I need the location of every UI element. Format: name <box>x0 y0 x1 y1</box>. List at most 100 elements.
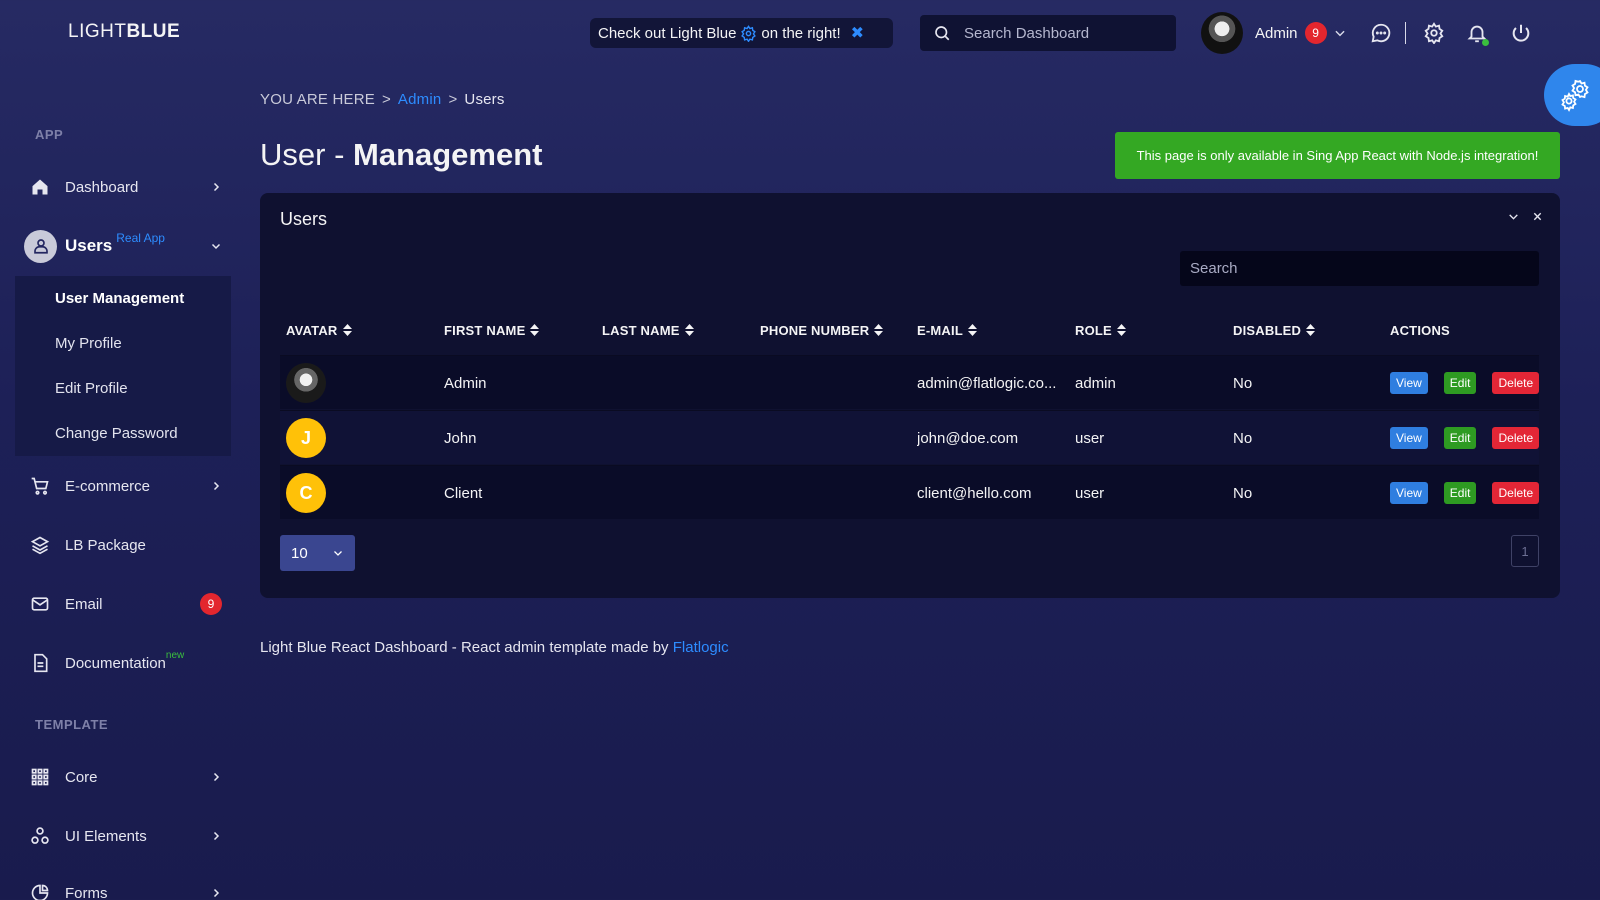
view-button[interactable]: View <box>1390 372 1428 394</box>
page-size-value: 10 <box>291 544 308 562</box>
user-name[interactable]: Admin <box>1255 25 1298 42</box>
grid-icon <box>30 767 50 787</box>
first-name-cell: John <box>444 429 477 447</box>
mail-icon <box>30 594 50 614</box>
delete-button[interactable]: Delete <box>1492 427 1540 449</box>
breadcrumb-admin-link[interactable]: Admin <box>398 91 442 108</box>
table-search-input[interactable] <box>1180 251 1539 286</box>
user-icon <box>24 229 57 263</box>
submenu-item-edit-profile[interactable]: Edit Profile <box>15 366 231 411</box>
close-promo-icon[interactable]: ✖ <box>851 23 864 43</box>
search-icon[interactable] <box>920 24 964 42</box>
first-name-cell: Admin <box>444 374 487 392</box>
view-button[interactable]: View <box>1390 427 1428 449</box>
user-menu[interactable]: Admin 9 <box>1201 12 1347 54</box>
actions-cell: View Edit Delete <box>1390 466 1540 520</box>
circles-icon <box>30 826 50 846</box>
column-header-actions: ACTIONS <box>1390 323 1450 338</box>
column-header-phone[interactable]: PHONE NUMBER <box>760 322 884 338</box>
actions-cell: View Edit Delete <box>1390 411 1540 465</box>
footer-flatlogic-link[interactable]: Flatlogic <box>673 639 729 656</box>
sidebar-item-dashboard[interactable]: Dashboard <box>30 169 222 205</box>
chevron-right-icon <box>210 887 222 899</box>
page-title-bold: Management <box>353 137 543 172</box>
gear-icon <box>740 24 757 42</box>
header-search-input[interactable] <box>964 24 1164 42</box>
close-icon[interactable] <box>1532 211 1543 222</box>
chat-icon[interactable] <box>1370 22 1392 44</box>
avatar-cell: C <box>286 466 326 520</box>
email-cell: admin@flatlogic.co... <box>917 374 1057 392</box>
pagination-page-button[interactable]: 1 <box>1511 535 1539 567</box>
sidebar-item-label: Email <box>65 595 103 613</box>
user-avatar[interactable] <box>1201 12 1243 54</box>
chevron-right-icon <box>210 181 222 193</box>
column-header-role[interactable]: ROLE <box>1075 323 1126 338</box>
sort-icon <box>342 324 352 336</box>
chevron-right-icon <box>210 771 222 783</box>
breadcrumb-separator: > <box>448 91 458 108</box>
delete-button[interactable]: Delete <box>1492 372 1540 394</box>
sort-icon <box>1116 324 1126 336</box>
promo-banner: Check out Light Blue on the right! ✖ <box>590 18 893 48</box>
settings-icon[interactable] <box>1423 22 1445 44</box>
avatar <box>286 363 326 403</box>
disabled-cell: No <box>1233 429 1253 447</box>
delete-button[interactable]: Delete <box>1492 482 1540 504</box>
edit-button[interactable]: Edit <box>1443 427 1477 449</box>
column-label: ACTIONS <box>1390 322 1450 338</box>
column-label: DISABLED <box>1233 322 1302 338</box>
header-search <box>920 15 1176 51</box>
edit-button[interactable]: Edit <box>1443 482 1477 504</box>
promo-text-before: Check out Light Blue <box>598 24 737 42</box>
chevron-down-icon[interactable] <box>1333 26 1347 40</box>
role-cell: user <box>1075 429 1105 447</box>
sidebar-item-ecommerce[interactable]: E-commerce <box>30 468 222 504</box>
email-count-badge: 9 <box>200 593 222 615</box>
sidebar-item-documentation[interactable]: Documentation new <box>30 645 222 681</box>
real-app-label: Real App <box>116 231 165 245</box>
page-title: User - Management <box>260 137 542 173</box>
submenu-item-user-management[interactable]: User Management <box>15 276 231 321</box>
last-name-cell <box>602 411 752 465</box>
sidebar-item-label: Dashboard <box>65 178 139 196</box>
column-header-first-name[interactable]: FIRST NAME <box>444 323 540 338</box>
column-label: PHONE NUMBER <box>760 322 870 338</box>
users-submenu: User Management My Profile Edit Profile … <box>15 276 231 456</box>
column-header-email[interactable]: E-MAIL <box>917 323 977 338</box>
collapse-icon[interactable] <box>1507 210 1520 223</box>
avatar: C <box>286 473 326 513</box>
edit-button[interactable]: Edit <box>1443 372 1477 394</box>
phone-cell <box>760 411 910 465</box>
sidebar-item-lb-package[interactable]: LB Package <box>30 527 222 563</box>
theme-settings-button[interactable] <box>1544 64 1600 126</box>
submenu-item-my-profile[interactable]: My Profile <box>15 321 231 366</box>
column-header-last-name[interactable]: LAST NAME <box>602 323 694 338</box>
submenu-item-change-password[interactable]: Change Password <box>15 411 231 456</box>
sort-icon <box>1306 324 1316 336</box>
breadcrumb-prefix: YOU ARE HERE <box>260 91 375 108</box>
header-divider <box>1405 22 1406 44</box>
view-button[interactable]: View <box>1390 482 1428 504</box>
avatar-cell <box>286 356 326 410</box>
sidebar-item-ui-elements[interactable]: UI Elements <box>30 818 222 854</box>
sidebar-item-users[interactable]: Users Real App <box>24 227 222 265</box>
page-size-select[interactable]: 10 <box>280 535 355 571</box>
sidebar-item-label: Core <box>65 768 98 786</box>
breadcrumb-separator: > <box>381 91 391 108</box>
logo-bold: BLUE <box>126 21 181 42</box>
chevron-right-icon <box>210 480 222 492</box>
sidebar-item-label: E-commerce <box>65 477 151 495</box>
sidebar-item-forms[interactable]: Forms <box>30 875 222 900</box>
sidebar-item-label: Users <box>65 236 113 255</box>
sort-icon <box>967 324 977 336</box>
power-icon[interactable] <box>1510 22 1532 44</box>
app-logo[interactable]: LIGHTBLUE <box>68 21 180 43</box>
column-header-disabled[interactable]: DISABLED <box>1233 322 1316 338</box>
sidebar-item-email[interactable]: Email 9 <box>30 586 222 622</box>
column-label: ROLE <box>1075 322 1112 338</box>
footer: Light Blue React Dashboard - React admin… <box>260 639 729 656</box>
phone-cell <box>760 466 910 520</box>
column-header-avatar[interactable]: AVATAR <box>286 323 352 338</box>
sidebar-item-core[interactable]: Core <box>30 759 222 795</box>
